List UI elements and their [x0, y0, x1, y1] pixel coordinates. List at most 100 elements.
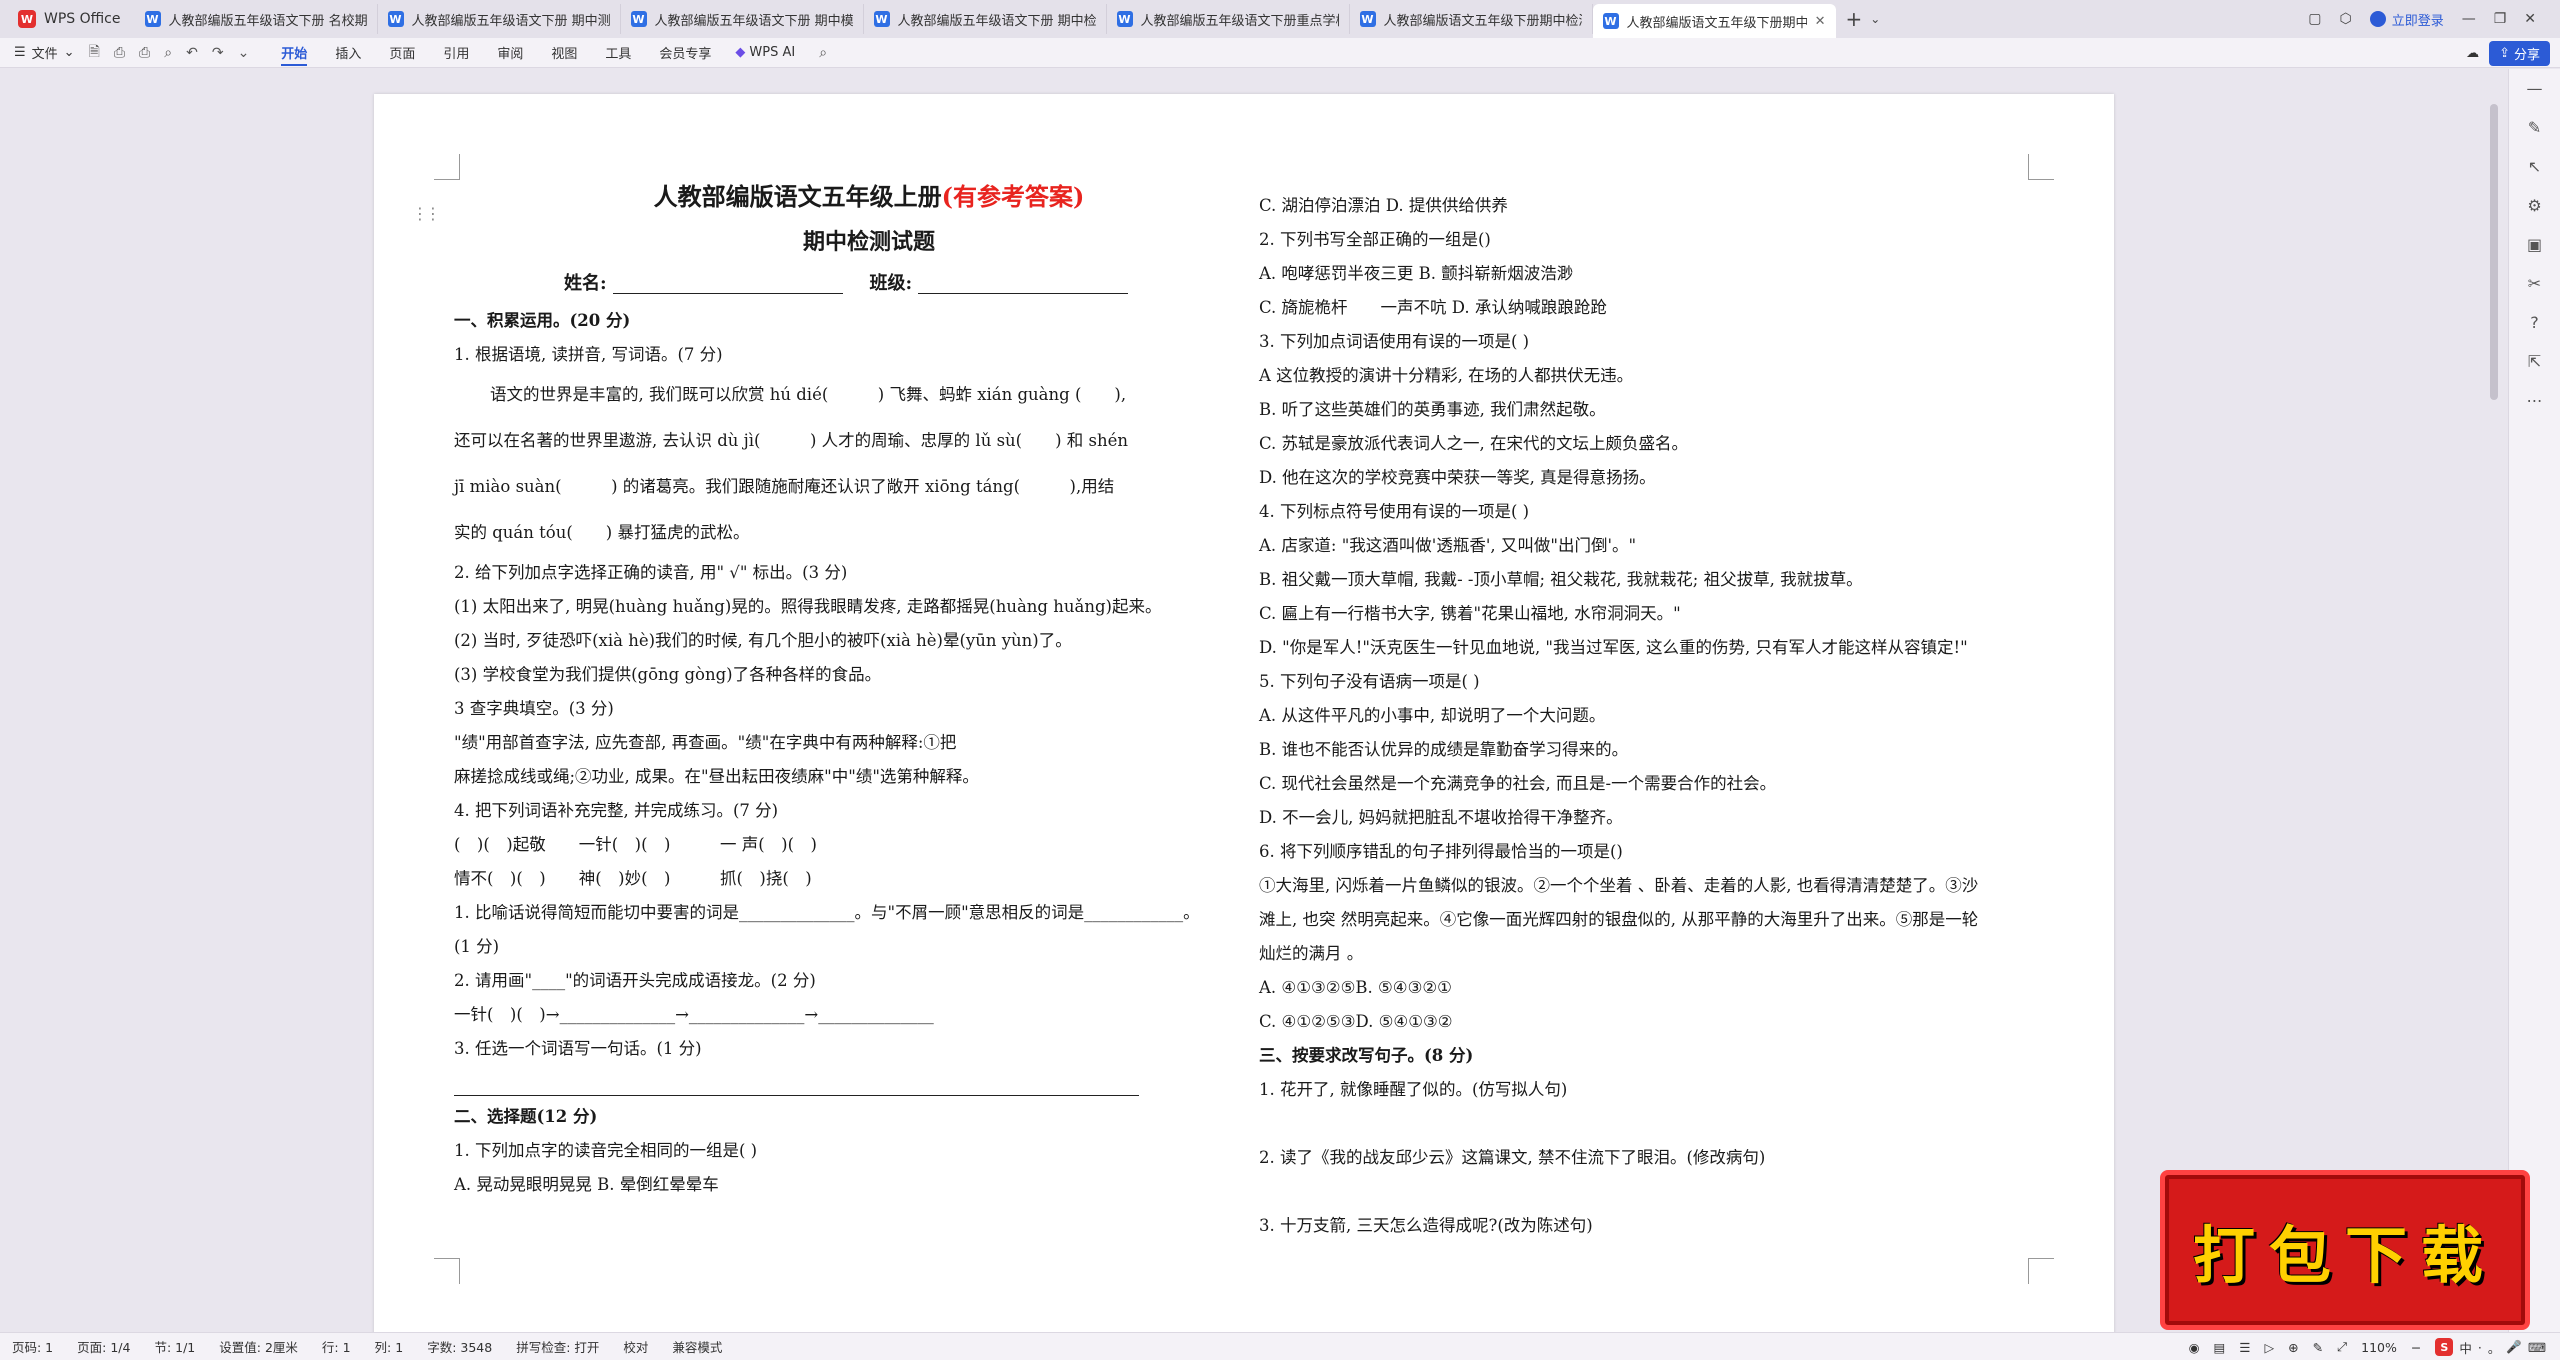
download-banner[interactable]: 打包下载 — [2160, 1170, 2530, 1330]
text-line: C. 旖旎桅杆 一声不吭 D. 承认纳喊踉踉跄跄 — [1259, 298, 1607, 317]
drag-handle-icon[interactable]: ⋮⋮ — [412, 204, 441, 223]
edit-icon[interactable]: ✎ — [2313, 1340, 2323, 1355]
new-tab-icon[interactable]: + — [1846, 7, 1863, 31]
close-window-icon[interactable]: ✕ — [2524, 11, 2536, 27]
undo-icon[interactable]: ↶ — [186, 45, 198, 61]
tab-title: 人教部编版五年级语文下册 名校期中 — [168, 13, 367, 29]
settings-icon[interactable]: ⚙ — [2527, 196, 2541, 215]
file-menu-button[interactable]: ☰ 文件 ⌄ — [14, 43, 75, 62]
more-icon[interactable]: ⋯ — [2527, 391, 2543, 410]
text-line: D. "你是军人!"沃克医生一针见血地说, "我当过军医, 这么重的伤势, 只有… — [1259, 638, 1968, 657]
globe-icon[interactable]: ⊕ — [2288, 1340, 2298, 1355]
text-line: 3. 下列加点词语使用有误的一项是( ) — [1259, 332, 1530, 351]
name-blank — [612, 274, 843, 294]
wps-ai-button[interactable]: ◆ WPS AI — [725, 45, 805, 60]
text-line: B. 祖父戴一顶大草帽, 我戴- -顶小草帽; 祖父栽花, 我就栽花; 祖父拔草… — [1259, 570, 1863, 589]
export-pdf-icon[interactable]: ⎙ — [114, 45, 125, 61]
text-line: D. 不一会儿, 妈妈就把脏乱不堪收拾得干净整齐。 — [1259, 808, 1623, 827]
tab-title: 人教部编版五年级语文下册 期中模拟 — [654, 13, 853, 29]
status-col: 列: 1 — [374, 1340, 404, 1355]
vertical-scrollbar[interactable] — [2490, 104, 2498, 400]
search-icon[interactable]: ⌕ — [819, 45, 827, 61]
download-banner-text: 打包下载 — [2192, 1219, 2497, 1292]
text-line: 滩上, 也突 然明亮起来。④它像一面光辉四射的银盘似的, 从那平静的大海里升了出… — [1259, 910, 1979, 929]
status-pages[interactable]: 页面: 1/4 — [65, 1337, 142, 1356]
login-button[interactable]: 立即登录 — [2369, 10, 2444, 29]
tab-member[interactable]: 会员专享 — [645, 38, 725, 68]
text-line: C. 湖泊停泊漂泊 D. 提供供给供养 — [1259, 196, 1508, 215]
tab-references[interactable]: 引用 — [429, 38, 483, 68]
document-tab[interactable]: W 人教部编版五年级语文下册 期中测评 — [378, 4, 621, 34]
document-tab-active[interactable]: W 人教部编版语文五年级下册期中 ✕ — [1592, 4, 1836, 38]
share-panel-icon[interactable]: ⇱ — [2528, 352, 2541, 371]
text-line: B. 谁也不能否认优异的成绩是靠勤奋学习得来的。 — [1259, 740, 1629, 759]
collapse-icon[interactable]: — — [2527, 79, 2543, 98]
text-line: C. 苏轼是豪放派代表词人之一, 在宋代的文坛上颇负盛名。 — [1259, 434, 1689, 453]
save-icon[interactable]: 🗎 — [89, 41, 100, 65]
tab-tools[interactable]: 工具 — [591, 38, 645, 68]
select-icon[interactable]: ↖ — [2528, 157, 2541, 176]
tab-title: 人教部编版语文五年级下册期中 — [1626, 15, 1807, 31]
page-view-icon[interactable]: ▤ — [2213, 1340, 2225, 1355]
class-blank — [918, 274, 1129, 294]
text-line: C. ④①②⑤③D. ⑤④①③② — [1259, 1012, 1453, 1031]
document-tab[interactable]: W 人教部编版语文五年级下册期中检测 — [1350, 4, 1593, 34]
redo-icon[interactable]: ↷ — [212, 45, 224, 61]
minimize-icon[interactable]: — — [2462, 11, 2476, 27]
zoom-out-icon[interactable]: − — [2411, 1340, 2421, 1355]
text-line: (2) 当时, 歹徒恐吓(xià hè)我们的时候, 有几个胆小的被吓(xià … — [454, 631, 1072, 650]
zoom-level[interactable]: 110% — [2361, 1340, 2397, 1355]
image-icon[interactable]: ▣ — [2527, 235, 2542, 254]
play-icon[interactable]: ▷ — [2265, 1340, 2275, 1355]
list-view-icon[interactable]: ☰ — [2239, 1340, 2250, 1355]
right-body: C. 湖泊停泊漂泊 D. 提供供给供养 2. 下列书写全部正确的一组是() A. 咆… — [1259, 189, 2059, 1243]
text-line: 2. 请用画"____"的词语开头完成成语接龙。(2 分) — [454, 971, 816, 990]
status-section[interactable]: 节: 1/1 — [142, 1337, 207, 1356]
status-spellcheck[interactable]: 拼写检查: 打开 — [504, 1337, 611, 1356]
wps-office-tab[interactable]: W WPS Office — [8, 4, 135, 34]
tab-insert[interactable]: 插入 — [321, 38, 375, 68]
chevron-down-icon[interactable]: ⌄ — [1870, 12, 1880, 26]
ime-indicator[interactable]: S 中 · 。 🎤 ⌨ — [2435, 1338, 2546, 1357]
text-line: A. 咆哮惩罚半夜三更 B. 颤抖崭新烟波浩渺 — [1259, 264, 1574, 283]
status-setting[interactable]: 设置值: 2厘米 — [207, 1337, 310, 1356]
help-icon[interactable]: ? — [2530, 313, 2539, 332]
document-tab[interactable]: W 人教部编版五年级语文下册 期中检测 — [864, 4, 1107, 34]
status-proofread[interactable]: 校对 — [611, 1337, 660, 1356]
restore-icon[interactable]: ❐ — [2494, 11, 2507, 27]
status-page[interactable]: 页码: 1 — [0, 1337, 65, 1356]
tab-bar: W WPS Office W 人教部编版五年级语文下册 名校期中 W 人教部编版五年… — [0, 0, 2560, 38]
tab-view[interactable]: 视图 — [537, 38, 591, 68]
pen-icon[interactable]: ✎ — [2528, 118, 2541, 137]
answer-blank-line — [454, 1066, 1139, 1096]
share-button[interactable]: ⇪ 分享 — [2489, 41, 2550, 66]
eye-icon[interactable]: ◉ — [2189, 1340, 2200, 1355]
text-line: 5. 下列句子没有语病一项是( ) — [1259, 672, 1480, 691]
tab-page[interactable]: 页面 — [375, 38, 429, 68]
text-line: 3 查字典填空。(3 分) — [454, 699, 614, 718]
window-icon[interactable]: ▢ — [2308, 11, 2321, 27]
print-preview-icon[interactable]: ⌕ — [164, 45, 172, 61]
chevron-down-icon[interactable]: ⌄ — [238, 45, 250, 61]
chevron-down-icon: ⌄ — [63, 45, 75, 60]
document-tab[interactable]: W 人教部编版五年级语文下册 期中模拟 — [621, 4, 864, 34]
document-tab[interactable]: W 人教部编版五年级语文下册 名校期中 — [135, 4, 378, 34]
tools-icon[interactable]: ✂ — [2528, 274, 2541, 293]
text-line: A 这位教授的演讲十分精彩, 在场的人都拱伏无违。 — [1259, 366, 1634, 385]
close-tab-icon[interactable]: ✕ — [1815, 14, 1826, 29]
status-wordcount[interactable]: 字数: 3548 — [415, 1337, 504, 1356]
document-workspace[interactable]: ⋮⋮ 人教部编版语文五年级上册(有参考答案) 期中检测试题 姓名: 班级: 一、… — [0, 69, 2506, 1344]
login-label: 立即登录 — [2391, 13, 2444, 29]
document-tab[interactable]: W 人教部编版五年级语文下册重点学校期 — [1107, 4, 1350, 34]
text-line: jī miào suàn( ) 的诸葛亮。我们跟随施耐庵还认识了敞开 xiōng… — [454, 477, 1115, 496]
text-line: 语文的世界是丰富的, 我们既可以欣赏 hú dié( ) 飞舞、蚂蚱 xián … — [490, 385, 1127, 404]
tab-review[interactable]: 审阅 — [483, 38, 537, 68]
cube-icon[interactable]: ⬡ — [2339, 11, 2351, 27]
cloud-icon[interactable]: ☁ — [2466, 46, 2479, 61]
fit-icon[interactable]: ⤢ — [2337, 1339, 2347, 1355]
print-icon[interactable]: ⎙ — [139, 45, 150, 61]
tab-home[interactable]: 开始 — [267, 38, 321, 68]
status-compat-mode: 兼容模式 — [672, 1340, 723, 1355]
wps-ai-label: WPS AI — [749, 45, 796, 60]
document-page[interactable]: ⋮⋮ 人教部编版语文五年级上册(有参考答案) 期中检测试题 姓名: 班级: 一、… — [374, 94, 2114, 1344]
